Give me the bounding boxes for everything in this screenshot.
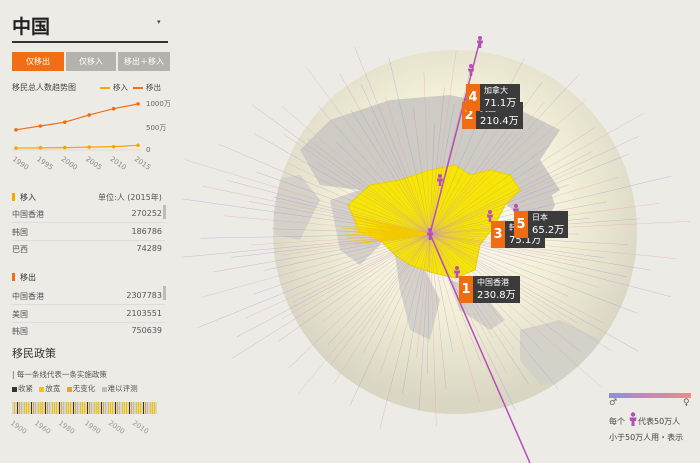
x-tick-label: 2000 xyxy=(60,155,79,172)
policy-legend: 收紧 放宽 无变化 难以评测 xyxy=(12,383,138,394)
series-line-out xyxy=(15,103,139,131)
unit-legend: 每个 代表50万人 xyxy=(609,416,680,427)
legend-swatch xyxy=(101,386,107,392)
callout-name: 加拿大 xyxy=(484,86,508,95)
rank-badge: 3 xyxy=(491,221,505,248)
list-item: 美国 2103551 xyxy=(12,309,162,319)
x-tick-label: 2010 xyxy=(108,155,127,172)
list-item: 韩国 186786 xyxy=(12,227,162,237)
list-item: 中国香港 270252 xyxy=(12,209,162,219)
immigrants-unit: 单位:人 (2015年) xyxy=(98,193,162,202)
y-tick-label: 1000万 xyxy=(146,100,171,108)
data-point xyxy=(87,145,91,149)
legend-swatch xyxy=(66,386,72,392)
small-count-note: 小于50万人用・表示 xyxy=(609,433,684,442)
immigrants-scrollbar[interactable] xyxy=(163,205,166,219)
callout-name: 日本 xyxy=(532,213,548,222)
divider xyxy=(12,222,165,223)
legend-swatch-out xyxy=(133,87,143,89)
legend-swatch xyxy=(12,386,17,392)
divider xyxy=(12,322,165,323)
immigrants-heading: 移入 xyxy=(20,193,36,202)
x-tick-label: 1995 xyxy=(35,155,54,172)
person-icon xyxy=(629,412,637,426)
data-point xyxy=(14,128,18,132)
data-point xyxy=(111,106,116,111)
legend-swatch-in xyxy=(100,87,110,89)
legend-label: 难以评测 xyxy=(107,384,138,393)
tab-both[interactable]: 移出＋移入 xyxy=(118,52,170,71)
immigrants-marker xyxy=(12,193,15,201)
legend-swatch xyxy=(39,386,45,392)
list-item: 韩国 750639 xyxy=(12,326,162,336)
x-tick-label: 1900 xyxy=(9,419,28,436)
x-tick-label: 1990 xyxy=(83,419,102,436)
callout-value: 230.8万 xyxy=(477,290,516,301)
x-tick-label: 1990 xyxy=(11,155,30,172)
gender-color-scale xyxy=(609,393,691,398)
callout-name: 中国香港 xyxy=(477,278,509,287)
data-point xyxy=(136,102,140,106)
data-point xyxy=(111,144,116,149)
x-tick-label: 2000 xyxy=(107,419,126,436)
callout-value: 71.1万 xyxy=(484,98,517,109)
list-item: 巴西 74289 xyxy=(12,244,162,254)
chevron-down-icon[interactable]: ▾ xyxy=(157,18,161,26)
unit-prefix: 每个 xyxy=(609,417,625,426)
data-point xyxy=(136,143,140,148)
divider xyxy=(12,240,165,241)
left-panel: 中国 ▾ 仅移出 仅移入 移出＋移入 移民总人数趋势图 移入 移出 1000万 … xyxy=(0,0,175,463)
legend-label: 放宽 xyxy=(45,384,61,393)
callout-value: 65.2万 xyxy=(532,225,565,236)
country-selector[interactable]: 中国 xyxy=(12,12,50,39)
data-point xyxy=(63,120,67,124)
unit-suffix: 代表50万人 xyxy=(638,417,681,426)
data-point xyxy=(38,146,43,150)
x-tick-label: 1960 xyxy=(33,419,52,436)
trend-chart: 1000万 500万 0 1990 1995 2000 2005 2010 2015 xyxy=(11,100,171,172)
policy-title: 移民政策 xyxy=(12,347,56,360)
callout-value: 210.4万 xyxy=(480,116,519,127)
x-tick-label: 2015 xyxy=(133,155,152,172)
rank-badge: 1 xyxy=(459,276,473,303)
x-tick-label: 1980 xyxy=(57,419,76,436)
y-tick-label: 0 xyxy=(146,146,150,154)
list-item: 中国香港 2307783 xyxy=(12,291,162,301)
data-point xyxy=(87,113,91,117)
rank-badge: 4 xyxy=(466,84,480,111)
data-point xyxy=(38,124,43,128)
tab-immigration-only[interactable]: 仅移入 xyxy=(66,52,116,71)
policy-timeline-axis: 1900 1960 1980 1990 2000 2010 xyxy=(9,419,150,436)
x-tick-label: 2005 xyxy=(84,155,103,172)
data-point xyxy=(14,146,18,150)
policy-description: | 每一条线代表一条实施政策 xyxy=(12,370,107,379)
tab-emigration-only[interactable]: 仅移出 xyxy=(12,52,64,71)
divider xyxy=(12,304,165,305)
emigrants-scrollbar[interactable] xyxy=(163,286,166,300)
x-tick-label: 2010 xyxy=(131,419,150,436)
emigrants-marker xyxy=(12,273,15,281)
data-point xyxy=(63,145,67,150)
series-line-in xyxy=(15,144,139,149)
female-icon: ♀ xyxy=(683,398,690,408)
legend-label: 无变化 xyxy=(72,384,96,393)
title-divider xyxy=(12,41,168,43)
rank-badge: 5 xyxy=(514,211,528,238)
y-tick-label: 500万 xyxy=(146,124,166,132)
legend-label: 收紧 xyxy=(18,384,33,393)
male-icon: ♂ xyxy=(609,398,618,408)
emigrants-heading: 移出 xyxy=(20,273,36,282)
